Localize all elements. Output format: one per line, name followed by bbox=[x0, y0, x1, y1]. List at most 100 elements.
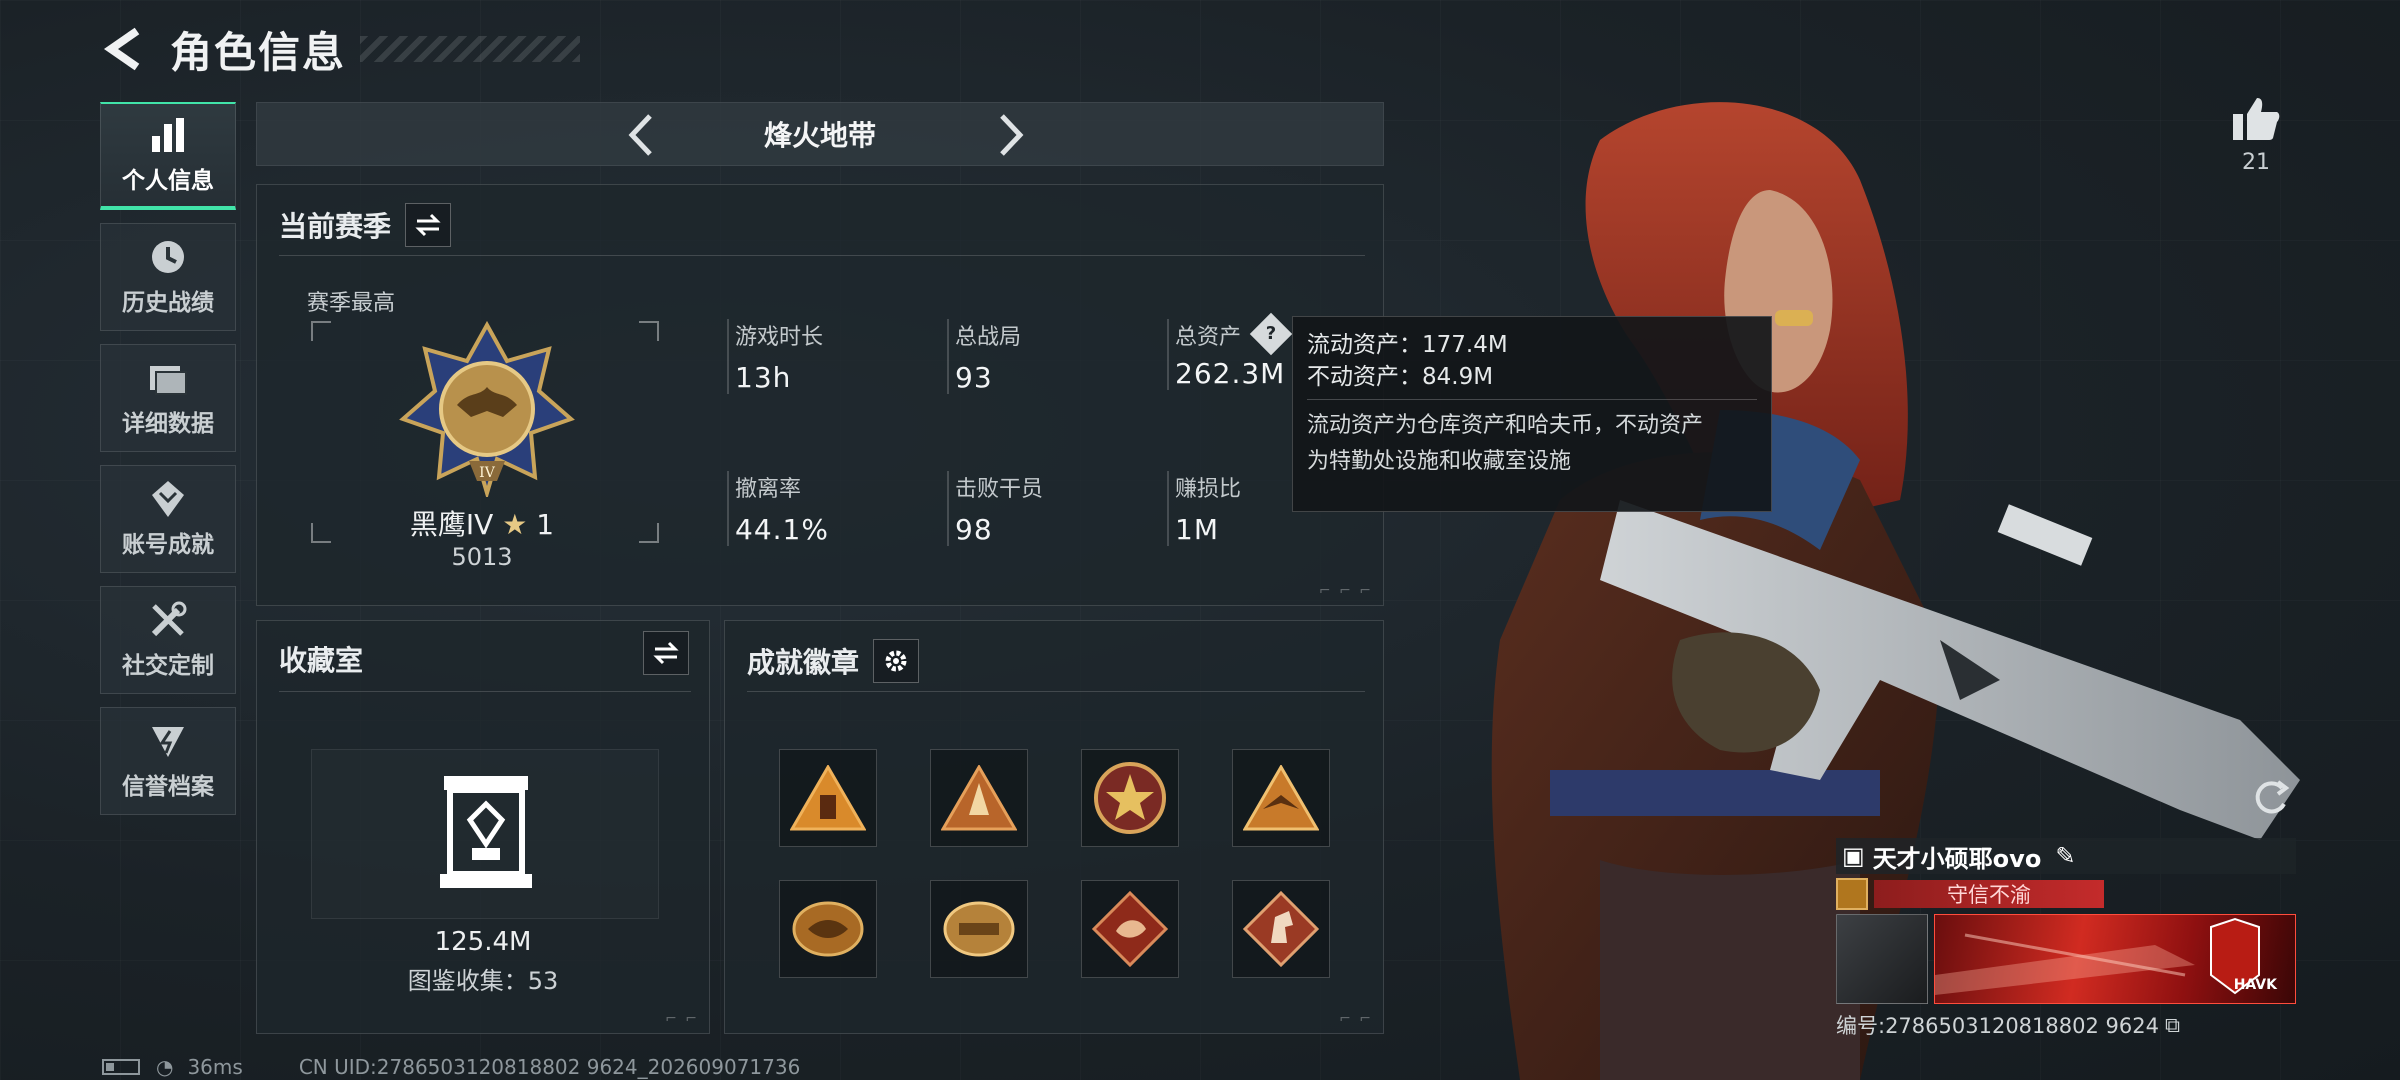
briefcase-icon: ▣ bbox=[1842, 842, 1865, 870]
card-brand: HAVK bbox=[2233, 977, 2277, 993]
stat-play-time: 游戏时长 13h bbox=[727, 319, 823, 394]
collection-count: 图鉴收集：53 bbox=[407, 967, 559, 995]
badges-panel: 成就徽章 ⌐ ⌐ bbox=[724, 620, 1384, 1034]
eagle-badge-icon bbox=[1243, 765, 1319, 831]
stat-extraction-rate: 撤离率 44.1% bbox=[727, 471, 829, 546]
badge-item[interactable] bbox=[1081, 749, 1179, 847]
delta-badge-icon bbox=[792, 901, 864, 957]
sidebar-item-reputation[interactable]: 信誉档案 bbox=[100, 707, 236, 815]
2020-badge-icon bbox=[943, 901, 1015, 957]
sidebar-item-history[interactable]: 历史战绩 bbox=[100, 223, 236, 331]
folder-icon bbox=[146, 358, 190, 398]
like-count: 21 bbox=[2242, 150, 2270, 175]
star-icon: ★ bbox=[502, 508, 528, 541]
assets-tooltip: 流动资产：177.4M 不动资产：84.9M 流动资产为仓库资产和哈夫币，不动资… bbox=[1292, 316, 1772, 512]
rank-name: 黑鹰IV bbox=[409, 508, 494, 541]
sidebar-item-label: 社交定制 bbox=[122, 653, 214, 679]
sidebar-item-personal-info[interactable]: 个人信息 bbox=[100, 102, 236, 210]
sidebar-item-label: 历史战绩 bbox=[122, 290, 214, 316]
stat-label: 总资产 ? bbox=[1175, 312, 1293, 356]
rank-name-row: 黑鹰IV ★ 1 bbox=[257, 503, 707, 543]
wifi-icon: ◔ bbox=[156, 1055, 174, 1079]
badge-item[interactable] bbox=[1232, 880, 1330, 978]
sidebar-item-social[interactable]: 社交定制 bbox=[100, 586, 236, 694]
season-panel: 当前赛季 赛季最高 IV 黑鹰IV ★ 1 5013 游戏时长 13h 总战局 … bbox=[256, 184, 1384, 606]
copy-icon[interactable]: ⧉ bbox=[2165, 1013, 2180, 1038]
tools-icon bbox=[146, 600, 190, 640]
avatar[interactable] bbox=[1836, 914, 1928, 1004]
badges-panel-header: 成就徽章 bbox=[747, 639, 920, 683]
header: 角色信息 bbox=[98, 22, 581, 77]
rank-emblem-icon: IV bbox=[399, 321, 575, 497]
refresh-button[interactable] bbox=[2248, 774, 2294, 820]
stat-value: 93 bbox=[955, 361, 993, 394]
stat-total-matches: 总战局 93 bbox=[947, 319, 1021, 394]
stat-label: 游戏时长 bbox=[735, 325, 824, 350]
chevron-left-icon bbox=[628, 114, 652, 156]
badges-panel-title: 成就徽章 bbox=[747, 646, 860, 679]
like-widget[interactable]: 21 bbox=[2228, 96, 2284, 175]
horse-badge-icon bbox=[1243, 891, 1319, 967]
season-switch-button[interactable] bbox=[405, 203, 452, 247]
dragon-badge-icon bbox=[1092, 891, 1168, 967]
chevron-right-icon bbox=[1000, 114, 1024, 156]
badge-item[interactable] bbox=[930, 749, 1028, 847]
sidebar-item-label: 个人信息 bbox=[122, 168, 214, 194]
mode-prev-button[interactable] bbox=[617, 111, 665, 159]
star-medal-icon bbox=[1094, 762, 1166, 834]
tooltip-fixed-assets: 不动资产：84.9M bbox=[1307, 364, 1494, 390]
player-name-row: ▣ 天才小硕耶ovo ✎ bbox=[1836, 838, 2296, 874]
badges-settings-button[interactable] bbox=[873, 639, 920, 683]
badge-item[interactable] bbox=[930, 880, 1028, 978]
sidebar-item-detail-data[interactable]: 详细数据 bbox=[100, 344, 236, 452]
page-title: 角色信息 bbox=[170, 27, 347, 77]
swap-icon bbox=[653, 641, 679, 665]
badge-item[interactable] bbox=[1232, 749, 1330, 847]
sidebar-item-achievements[interactable]: 账号成就 bbox=[100, 465, 236, 573]
player-card: ▣ 天才小硕耶ovo ✎ 守信不渝 HAVK 编号:27865031208188… bbox=[1836, 838, 2296, 1040]
collection-panel-header: 收藏室 bbox=[279, 639, 363, 679]
help-icon[interactable]: ? bbox=[1249, 312, 1293, 356]
triangle-badge-icon bbox=[790, 765, 866, 831]
rank-score: 5013 bbox=[451, 543, 513, 571]
sidebar-item-label: 账号成就 bbox=[122, 532, 214, 558]
collection-switch-button[interactable] bbox=[643, 631, 689, 675]
name-card: HAVK bbox=[1934, 914, 2296, 1004]
player-title-tag: 守信不渝 bbox=[1874, 880, 2104, 908]
mode-selector: 烽火地带 bbox=[256, 102, 1384, 166]
bar-chart-icon bbox=[146, 115, 190, 155]
title-decoration bbox=[360, 36, 581, 62]
tooltip-desc-line: 流动资产为仓库资产和哈夫币，不动资产 bbox=[1307, 413, 1704, 438]
stat-value: 262.3M bbox=[1175, 357, 1286, 390]
stat-label: 击败干员 bbox=[955, 477, 1044, 502]
badge-item[interactable] bbox=[779, 880, 877, 978]
stat-value: 13h bbox=[735, 361, 792, 394]
corner-decoration: ⌐ ⌐ bbox=[665, 1011, 699, 1027]
collection-value: 125.4M bbox=[434, 927, 532, 957]
divider bbox=[1307, 399, 1757, 400]
corner-decoration: ⌐ ⌐ bbox=[1339, 1011, 1373, 1027]
gear-icon bbox=[885, 650, 907, 672]
edit-icon[interactable]: ✎ bbox=[2055, 842, 2075, 870]
stat-value: 1M bbox=[1175, 513, 1219, 546]
collection-display[interactable] bbox=[311, 749, 659, 919]
stat-profit-ratio: 赚损比 1M bbox=[1167, 471, 1241, 546]
season-panel-title: 当前赛季 bbox=[279, 210, 392, 243]
stat-label: 撤离率 bbox=[735, 477, 802, 502]
sidebar-item-label: 信誉档案 bbox=[122, 774, 214, 800]
uid-text: CN UID:2786503120818802 9624_20260907173… bbox=[298, 1055, 801, 1079]
stat-value: 98 bbox=[955, 513, 993, 546]
sidebar: 个人信息 历史战绩 详细数据 账号成就 社交定制 信誉档案 bbox=[100, 102, 236, 828]
player-banner[interactable]: HAVK bbox=[1836, 914, 2296, 1004]
back-arrow-icon bbox=[103, 27, 140, 71]
badge-item[interactable] bbox=[1081, 880, 1179, 978]
back-button[interactable] bbox=[98, 24, 148, 74]
mode-next-button[interactable] bbox=[987, 111, 1035, 159]
clock-icon bbox=[146, 237, 190, 277]
season-panel-header: 当前赛季 bbox=[279, 203, 452, 247]
stat-value: 44.1% bbox=[735, 513, 829, 546]
swap-icon bbox=[415, 213, 441, 237]
shield-icon bbox=[146, 721, 190, 761]
divider bbox=[279, 255, 1365, 256]
badge-item[interactable] bbox=[779, 749, 877, 847]
